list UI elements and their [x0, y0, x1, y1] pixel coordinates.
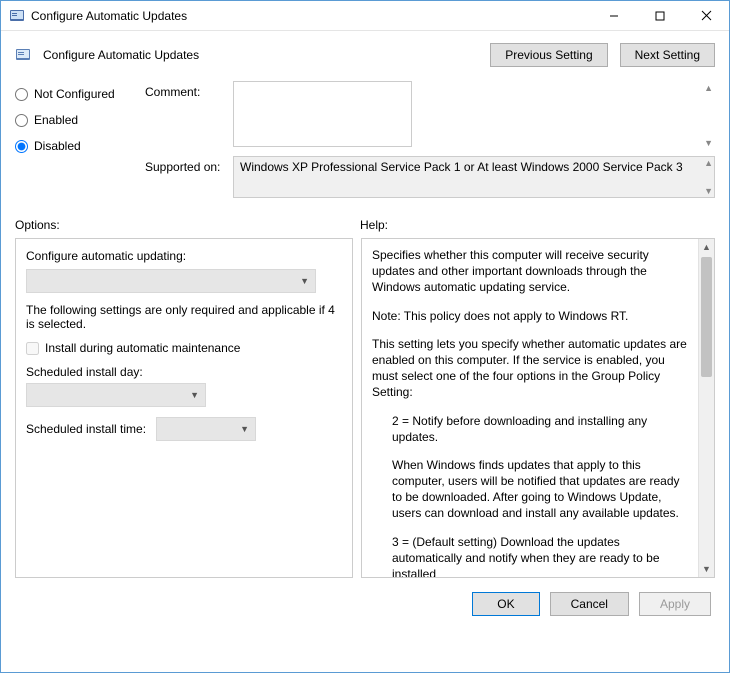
scheduled-install-day-select[interactable]: ▼ [26, 383, 206, 407]
radio-enabled[interactable]: Enabled [15, 113, 145, 127]
cancel-button[interactable]: Cancel [550, 592, 629, 616]
configure-updating-select[interactable]: ▼ [26, 269, 316, 293]
previous-setting-button[interactable]: Previous Setting [490, 43, 607, 67]
titlebar: Configure Automatic Updates [1, 1, 729, 31]
options-section-label: Options: [15, 218, 360, 232]
policy-icon [15, 47, 35, 63]
maximize-button[interactable] [637, 1, 683, 30]
help-scrollbar[interactable]: ▲ ▼ [698, 239, 714, 577]
options-note: The following settings are only required… [26, 303, 342, 331]
options-panel: Configure automatic updating: ▼ The foll… [15, 238, 353, 578]
help-paragraph: 3 = (Default setting) Download the updat… [372, 534, 692, 577]
scroll-down-icon[interactable]: ▼ [699, 561, 714, 577]
policy-title: Configure Automatic Updates [43, 48, 199, 62]
comment-scroll: ▲▼ [704, 83, 713, 148]
help-content: Specifies whether this computer will rec… [362, 239, 698, 577]
close-button[interactable] [683, 1, 729, 30]
radio-enabled-label: Enabled [34, 113, 78, 127]
install-maintenance-label: Install during automatic maintenance [45, 341, 240, 355]
scroll-up-icon[interactable]: ▲ [699, 239, 714, 255]
scheduled-install-day-label: Scheduled install day: [26, 365, 342, 379]
help-paragraph: When Windows finds updates that apply to… [372, 457, 692, 522]
radio-disabled[interactable]: Disabled [15, 139, 145, 153]
scheduled-install-time-label: Scheduled install time: [26, 422, 146, 436]
policy-header: Configure Automatic Updates Previous Set… [1, 31, 729, 77]
policy-state-section: Not Configured Enabled Disabled Comment:… [1, 77, 729, 212]
minimize-button[interactable] [591, 1, 637, 30]
radio-not-configured-label: Not Configured [34, 87, 115, 101]
comment-textarea[interactable] [233, 81, 412, 147]
help-paragraph: Specifies whether this computer will rec… [372, 247, 692, 296]
supported-scroll: ▲▼ [704, 158, 713, 196]
supported-on-value: Windows XP Professional Service Pack 1 o… [233, 156, 715, 198]
section-labels: Options: Help: [1, 212, 729, 238]
radio-not-configured[interactable]: Not Configured [15, 87, 145, 101]
help-panel: Specifies whether this computer will rec… [361, 238, 715, 578]
help-paragraph: This setting lets you specify whether au… [372, 336, 692, 401]
configure-updating-label: Configure automatic updating: [26, 249, 342, 263]
chevron-down-icon: ▼ [190, 390, 199, 400]
apply-button[interactable]: Apply [639, 592, 711, 616]
chevron-down-icon: ▼ [300, 276, 309, 286]
radio-not-configured-input[interactable] [15, 88, 28, 101]
ok-button[interactable]: OK [472, 592, 539, 616]
scrollbar-track[interactable] [699, 255, 714, 561]
comment-label: Comment: [145, 81, 233, 99]
scrollbar-thumb[interactable] [701, 257, 712, 377]
install-maintenance-checkbox[interactable]: Install during automatic maintenance [26, 341, 342, 355]
app-icon [9, 8, 25, 24]
bottom-button-bar: OK Cancel Apply [1, 578, 729, 630]
install-maintenance-input[interactable] [26, 342, 39, 355]
chevron-down-icon: ▼ [240, 424, 249, 434]
help-paragraph: Note: This policy does not apply to Wind… [372, 308, 692, 324]
main-split: Configure automatic updating: ▼ The foll… [1, 238, 729, 578]
radio-disabled-label: Disabled [34, 139, 81, 153]
scheduled-install-time-select[interactable]: ▼ [156, 417, 256, 441]
radio-disabled-input[interactable] [15, 140, 28, 153]
radio-enabled-input[interactable] [15, 114, 28, 127]
help-section-label: Help: [360, 218, 388, 232]
window-controls [591, 1, 729, 30]
help-paragraph: 2 = Notify before downloading and instal… [372, 413, 692, 445]
next-setting-button[interactable]: Next Setting [620, 43, 715, 67]
supported-on-label: Supported on: [145, 156, 233, 174]
window-title: Configure Automatic Updates [31, 9, 591, 23]
